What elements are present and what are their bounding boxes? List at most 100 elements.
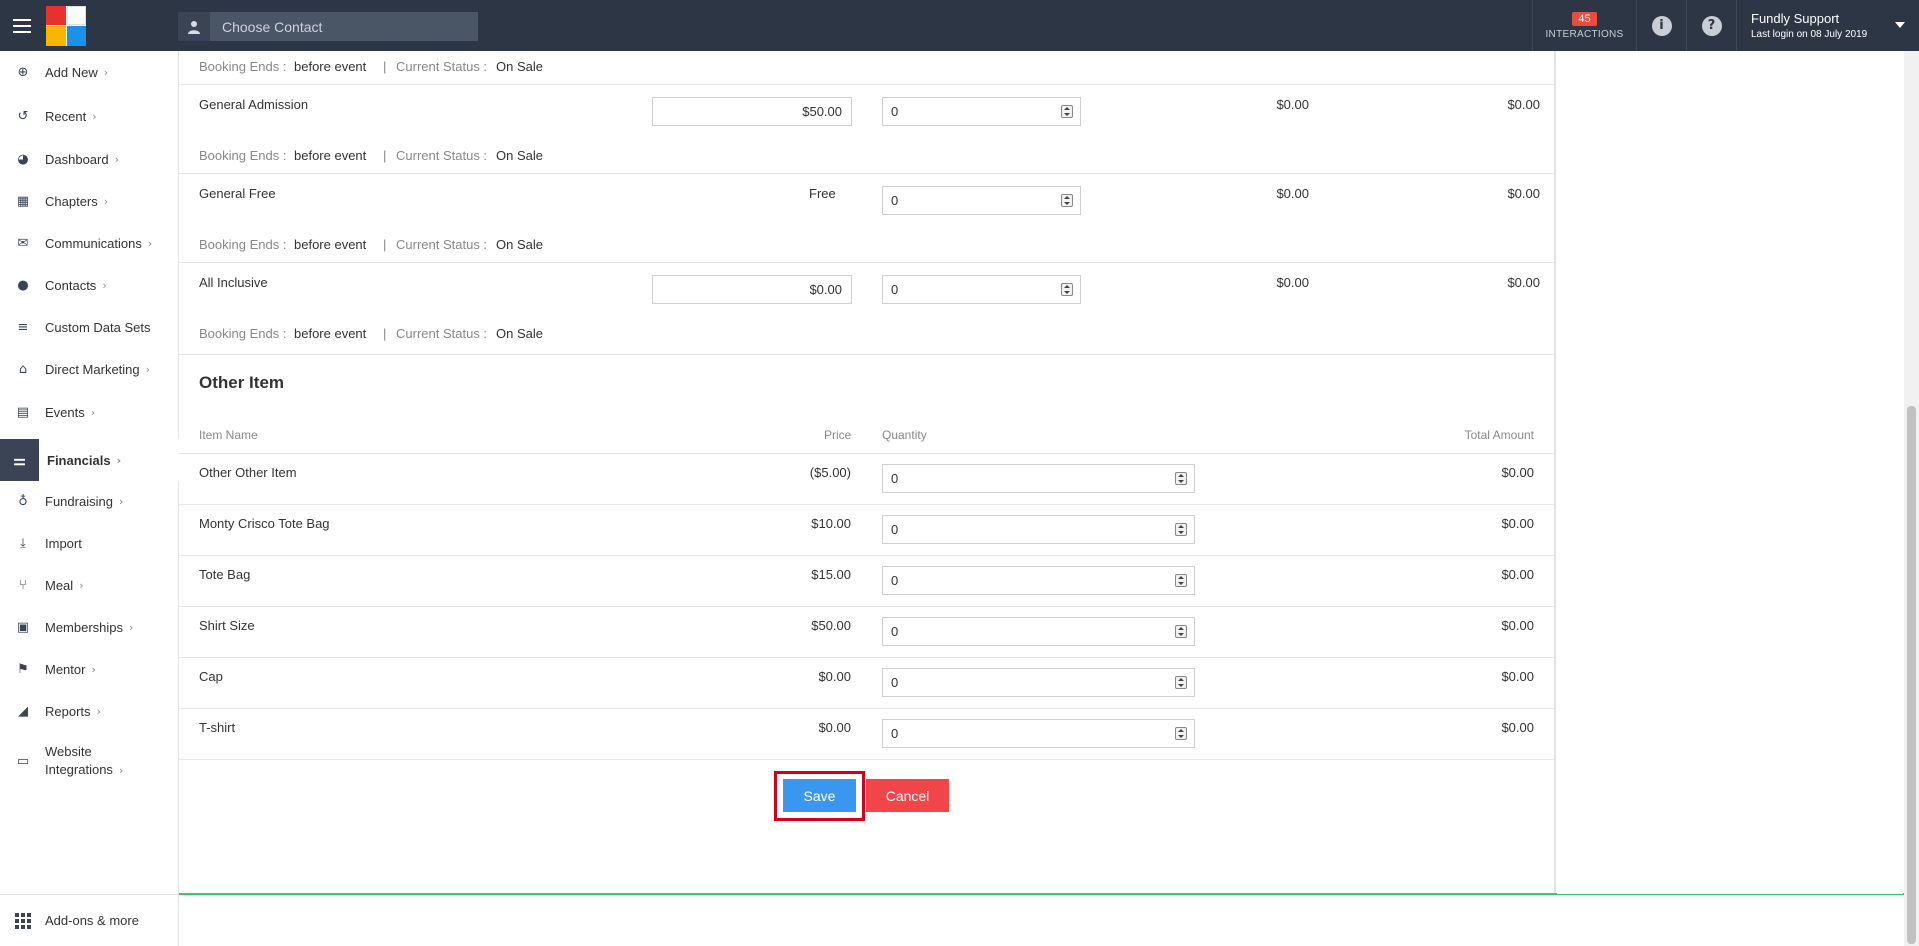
item-quantity-input[interactable]: 0 <box>882 668 1195 697</box>
sidebar-item-label-line2: Integrations <box>45 761 113 777</box>
sidebar-item-website-integrations[interactable]: ▭ Website Integrations › <box>0 741 179 781</box>
sidebar-item-memberships[interactable]: ▣ Memberships › <box>0 612 179 642</box>
user-menu[interactable]: Fundly Support Last login on 08 July 201… <box>1736 0 1919 51</box>
item-name: Cap <box>199 669 223 684</box>
person-icon: ● <box>17 277 29 293</box>
layers-icon: ≡ <box>17 319 29 335</box>
item-name: Shirt Size <box>199 618 255 633</box>
info-button[interactable]: i <box>1636 0 1686 51</box>
sidebar-item-label: Chapters <box>45 193 98 209</box>
spinner-icon[interactable] <box>1175 727 1187 740</box>
ticket-amount: $0.00 <box>1276 186 1309 201</box>
current-status-value: On Sale <box>496 148 543 163</box>
ticket-amount: $0.00 <box>1276 97 1309 112</box>
item-quantity-input[interactable]: 0 <box>882 617 1195 646</box>
current-status-value: On Sale <box>496 326 543 341</box>
sidebar-item-label: Recent <box>45 108 87 124</box>
table-row: Shirt Size $50.00 0 $0.00 <box>179 607 1554 658</box>
sidebar-item-financials[interactable]: ⚌ Financials › <box>0 439 179 481</box>
spinner-icon[interactable] <box>1175 676 1187 689</box>
item-quantity-input[interactable]: 0 <box>882 464 1195 493</box>
right-panel <box>1557 51 1903 894</box>
hamburger-menu-icon[interactable] <box>0 0 44 51</box>
ticket-total: $0.00 <box>1507 97 1540 112</box>
column-header-item-name: Item Name <box>199 428 258 442</box>
sidebar-item-communications[interactable]: ✉ Communications › <box>0 228 179 258</box>
apps-grid-icon <box>15 912 31 929</box>
sidebar-item-dashboard[interactable]: ◕ Dashboard › <box>0 144 179 174</box>
cancel-button[interactable]: Cancel <box>866 779 949 812</box>
chart-icon: ◢ <box>18 703 28 719</box>
main-content: Booking Ends : before event | Current St… <box>179 51 1556 894</box>
addons-link[interactable]: Add-ons & more <box>0 894 179 946</box>
sidebar-item-custom-data-sets[interactable]: ≡ Custom Data Sets <box>0 312 179 342</box>
item-total: $0.00 <box>1501 618 1534 633</box>
sidebar-item-mentor[interactable]: ⚑ Mentor › <box>0 654 179 684</box>
money-bag-icon: ♁ <box>18 493 28 509</box>
ticket-quantity-input[interactable]: 0 <box>882 275 1081 304</box>
help-button[interactable]: ? <box>1686 0 1736 51</box>
sidebar-item-reports[interactable]: ◢ Reports › <box>0 696 179 726</box>
sidebar-item-direct-marketing[interactable]: ⌂ Direct Marketing › <box>0 354 179 384</box>
sidebar-item-import[interactable]: ⤓ Import <box>0 528 179 558</box>
sidebar-item-label: Direct Marketing <box>45 361 140 377</box>
ticket-quantity-input[interactable]: 0 <box>882 186 1081 215</box>
item-price: $50.00 <box>811 618 851 633</box>
sidebar-item-meal[interactable]: ⑂ Meal › <box>0 570 179 600</box>
page-scrollbar[interactable] <box>1904 51 1919 946</box>
item-name: T-shirt <box>199 720 236 735</box>
ticket-total: $0.00 <box>1507 186 1540 201</box>
item-quantity-input[interactable]: 0 <box>882 719 1195 748</box>
separator: | <box>383 148 387 163</box>
sidebar-item-chapters[interactable]: ▦ Chapters › <box>0 186 179 216</box>
sidebar-item-add-new[interactable]: ⊕ Add New › <box>0 57 179 87</box>
ticket-quantity-input[interactable]: 0 <box>882 97 1081 126</box>
quantity-value: 0 <box>891 573 899 588</box>
calendar-icon: ▤ <box>16 404 30 420</box>
last-login: Last login on 08 July 2019 <box>1751 29 1868 40</box>
scrollbar-thumb[interactable] <box>1907 406 1916 944</box>
spinner-icon[interactable] <box>1175 523 1187 536</box>
item-quantity-input[interactable]: 0 <box>882 566 1195 595</box>
money-icon: ⚌ <box>0 439 39 481</box>
save-button[interactable]: Save <box>783 779 856 812</box>
contact-search-input[interactable] <box>210 18 478 35</box>
ticket-name: General Admission <box>199 97 309 112</box>
item-total: $0.00 <box>1501 516 1534 531</box>
interactions-button[interactable]: 45 INTERACTIONS <box>1532 0 1636 51</box>
envelope-icon: ✉ <box>17 235 29 251</box>
sidebar-item-fundraising[interactable]: ♁ Fundraising › <box>0 486 179 516</box>
separator: | <box>383 59 387 74</box>
sidebar-item-contacts[interactable]: ● Contacts › <box>0 270 179 300</box>
current-status-value: On Sale <box>496 59 543 74</box>
current-status-value: On Sale <box>496 237 543 252</box>
sidebar-item-label: Custom Data Sets <box>45 319 151 335</box>
item-quantity-input[interactable]: 0 <box>882 515 1195 544</box>
sidebar-item-recent[interactable]: ↺ Recent › <box>0 101 179 131</box>
item-total: $0.00 <box>1501 669 1534 684</box>
spinner-icon[interactable] <box>1175 472 1187 485</box>
app-logo[interactable] <box>46 5 86 46</box>
spinner-icon[interactable] <box>1061 194 1073 207</box>
current-status-label: Current Status : <box>396 326 488 341</box>
item-name: Monty Crisco Tote Bag <box>199 516 330 531</box>
table-row: Monty Crisco Tote Bag $10.00 0 $0.00 <box>179 505 1554 556</box>
sidebar-item-label: Contacts <box>45 277 97 293</box>
separator: | <box>383 237 387 252</box>
other-item-heading: Other Item <box>199 373 285 392</box>
sidebar-item-events[interactable]: ▤ Events › <box>0 397 179 427</box>
spinner-icon[interactable] <box>1061 105 1073 118</box>
spinner-icon[interactable] <box>1061 283 1073 296</box>
spinner-icon[interactable] <box>1175 625 1187 638</box>
ticket-price-input[interactable]: $50.00 <box>652 97 852 126</box>
spinner-icon[interactable] <box>1175 574 1187 587</box>
interactions-count-badge: 45 <box>1572 11 1597 26</box>
item-price: $0.00 <box>818 720 851 735</box>
contact-search[interactable] <box>178 12 478 41</box>
item-price: $0.00 <box>818 669 851 684</box>
sidebar-item-label: Events <box>45 404 85 420</box>
import-icon: ⤓ <box>20 535 26 551</box>
ticket-price-input[interactable]: $0.00 <box>652 275 852 304</box>
ticket-name: General Free <box>199 186 276 201</box>
sidebar-item-label: Fundraising <box>45 493 113 509</box>
